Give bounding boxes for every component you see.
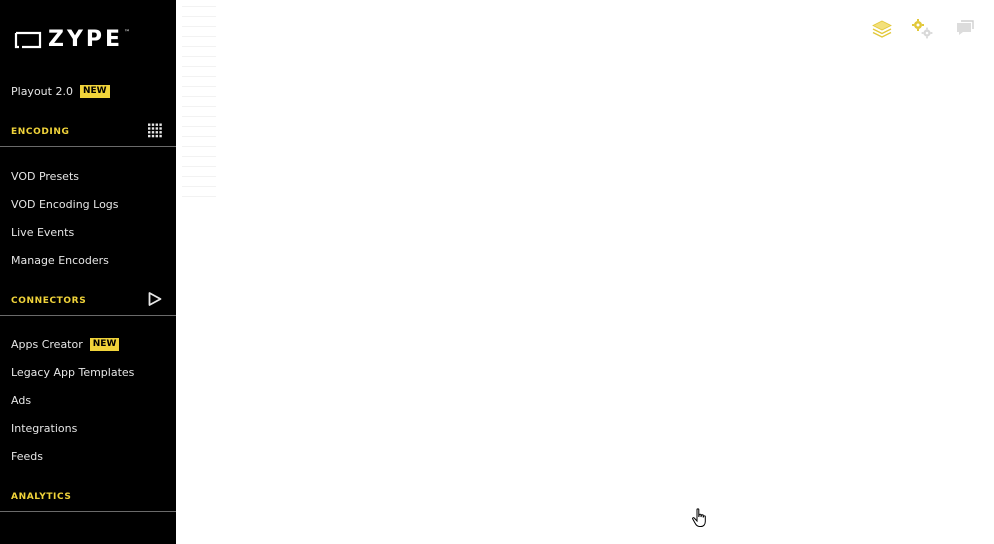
section-connectors: CONNECTORS: [0, 286, 176, 316]
sidebar-item-ads[interactable]: Ads: [11, 394, 31, 407]
grid-icon[interactable]: [148, 123, 162, 142]
layers-icon[interactable]: [871, 18, 893, 40]
divider: [0, 315, 176, 316]
sidebar-item-label: Ads: [11, 394, 32, 407]
section-analytics: ANALYTICS: [0, 482, 176, 512]
play-outline-icon[interactable]: [148, 292, 162, 311]
sidebar-item-label: Live Events: [11, 226, 75, 239]
section-encoding: ENCODING: [0, 117, 176, 147]
sidebar-item-live-events[interactable]: Live Events: [11, 226, 74, 239]
sidebar-item-label: Playout 2.0: [11, 85, 73, 98]
sidebar-item-vod-presets[interactable]: VOD Presets: [11, 170, 79, 183]
logo-trademark: ™: [124, 28, 131, 36]
sidebar: ZYPE ™ Playout 2.0 NEW ENCODING VOD Pres…: [0, 0, 176, 544]
sidebar-item-label: Feeds: [11, 450, 43, 463]
zype-logo[interactable]: ZYPE ™: [14, 28, 130, 52]
new-badge: NEW: [79, 85, 110, 98]
divider: [0, 146, 176, 147]
main-content: [176, 0, 994, 544]
sidebar-item-label: Integrations: [11, 422, 78, 435]
sidebar-item-label: Legacy App Templates: [11, 366, 135, 379]
section-title-analytics: ANALYTICS: [11, 492, 72, 502]
section-title-connectors: CONNECTORS: [11, 296, 87, 306]
logo-text: ZYPE: [48, 27, 124, 52]
sidebar-item-label: VOD Presets: [11, 170, 79, 183]
sidebar-item-legacy-app-templates[interactable]: Legacy App Templates: [11, 366, 134, 379]
sidebar-item-label: Apps Creator: [11, 338, 83, 351]
sidebar-item-playout[interactable]: Playout 2.0 NEW: [11, 85, 110, 98]
loading-placeholder: [182, 6, 216, 206]
sidebar-item-vod-encoding-logs[interactable]: VOD Encoding Logs: [11, 198, 119, 211]
sidebar-item-integrations[interactable]: Integrations: [11, 422, 77, 435]
sidebar-item-label: Manage Encoders: [11, 254, 109, 267]
sidebar-item-label: VOD Encoding Logs: [11, 198, 119, 211]
sidebar-item-manage-encoders[interactable]: Manage Encoders: [11, 254, 109, 267]
divider: [0, 511, 176, 512]
new-badge: NEW: [89, 338, 120, 351]
chat-icon[interactable]: [954, 18, 976, 40]
logo-mark-icon: [14, 31, 42, 49]
sidebar-item-feeds[interactable]: Feeds: [11, 450, 43, 463]
sidebar-item-apps-creator[interactable]: Apps Creator NEW: [11, 338, 120, 351]
gears-icon[interactable]: [911, 18, 933, 40]
hand-cursor-icon: [691, 508, 709, 528]
section-title-encoding: ENCODING: [11, 127, 70, 137]
